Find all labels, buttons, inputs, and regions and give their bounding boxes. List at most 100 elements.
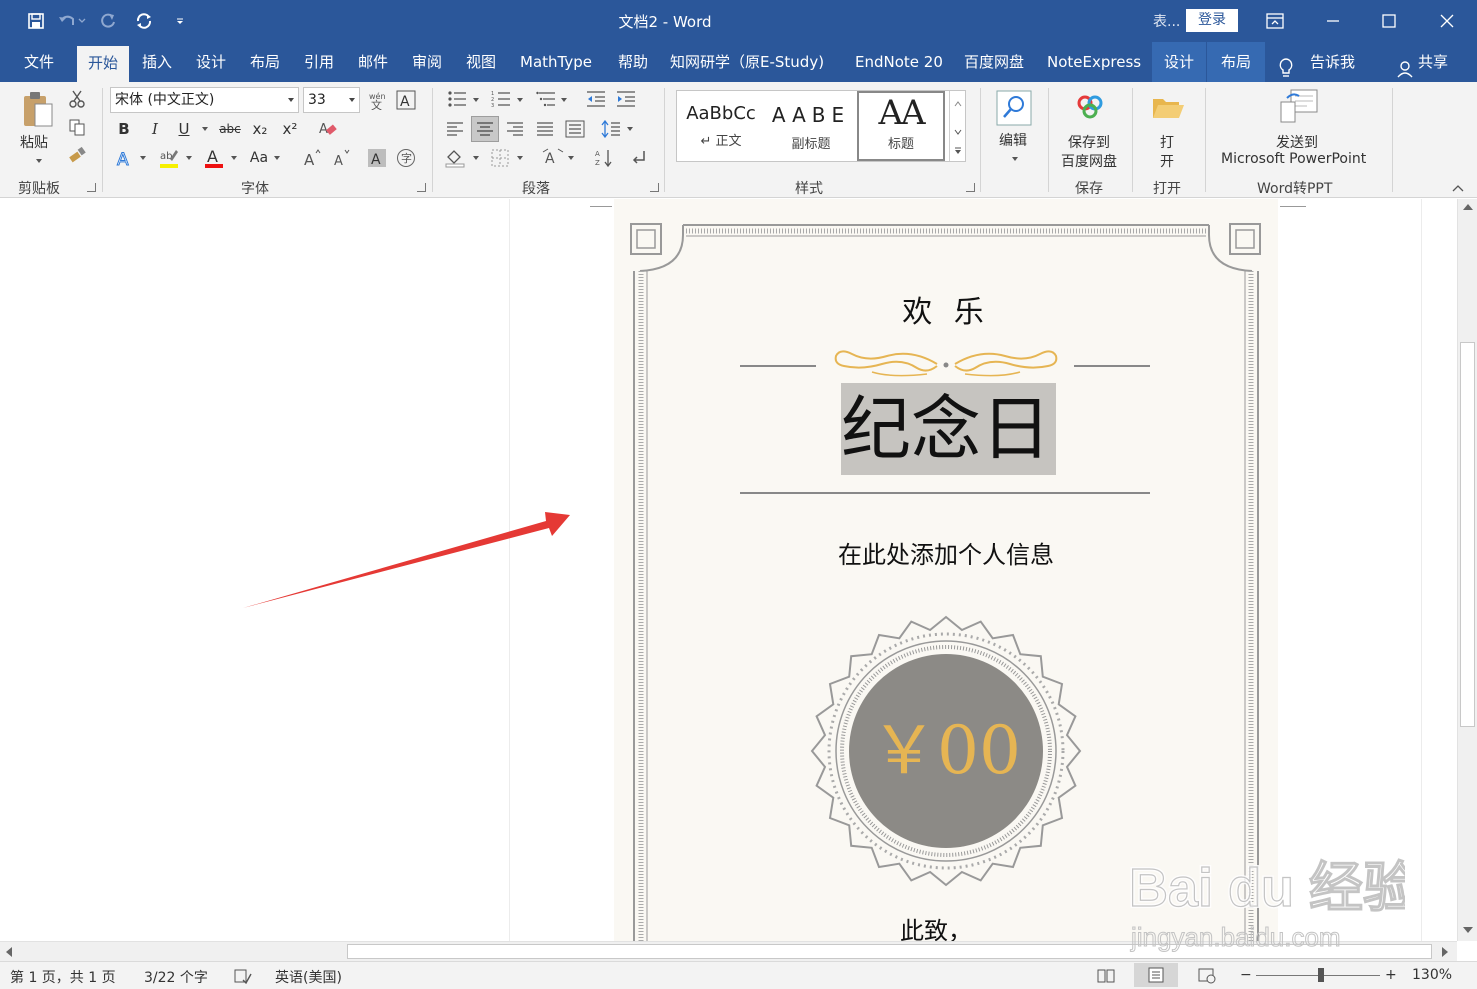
paste-label[interactable]: 粘贴 bbox=[20, 132, 48, 152]
tab-references[interactable]: 引用 bbox=[304, 42, 334, 82]
phonetic-guide-icon[interactable]: wén 文 bbox=[366, 88, 388, 112]
distributed-icon[interactable] bbox=[562, 117, 588, 141]
copy-icon[interactable] bbox=[66, 116, 88, 138]
decrease-indent-icon[interactable] bbox=[584, 88, 608, 110]
shrink-font-icon[interactable]: A bbox=[329, 146, 353, 170]
zoom-level[interactable]: 130% bbox=[1412, 967, 1452, 983]
tab-layout[interactable]: 布局 bbox=[250, 42, 280, 82]
scroll-up-icon[interactable] bbox=[1463, 204, 1473, 210]
change-case-button[interactable]: Aa bbox=[246, 146, 272, 170]
bold-button[interactable]: B bbox=[111, 117, 137, 141]
font-color-icon[interactable]: A bbox=[201, 146, 227, 170]
numbering-dropdown-icon[interactable] bbox=[517, 98, 523, 102]
tab-home[interactable]: 开始 bbox=[77, 46, 129, 82]
tab-help[interactable]: 帮助 bbox=[618, 42, 648, 82]
paste-dropdown-icon[interactable] bbox=[36, 159, 42, 163]
align-left-icon[interactable] bbox=[442, 117, 468, 141]
web-layout-icon[interactable] bbox=[1198, 968, 1216, 988]
minimize-icon[interactable] bbox=[1310, 4, 1356, 38]
tab-mailings[interactable]: 邮件 bbox=[358, 42, 388, 82]
proofing-icon[interactable] bbox=[234, 968, 252, 988]
align-right-icon[interactable] bbox=[502, 117, 528, 141]
tell-me-search[interactable]: 告诉我 bbox=[1310, 42, 1355, 82]
tab-endnote[interactable]: EndNote 20 bbox=[855, 42, 943, 82]
maximize-icon[interactable] bbox=[1366, 4, 1412, 38]
scroll-right-icon[interactable] bbox=[1442, 947, 1448, 957]
numbering-icon[interactable]: 123 bbox=[488, 88, 514, 110]
document-page[interactable]: 欢 乐 纪念日 在此处添加个人信息 ￥00 此致， bbox=[614, 199, 1278, 941]
subscript-button[interactable]: x₂ bbox=[247, 117, 273, 141]
font-name-combo[interactable]: 宋体 (中文正文) bbox=[110, 87, 299, 113]
zoom-slider-thumb[interactable] bbox=[1318, 968, 1324, 982]
tab-design[interactable]: 设计 bbox=[196, 42, 226, 82]
save-baidu-label-1[interactable]: 保存到 bbox=[1068, 132, 1110, 152]
open-folder-icon[interactable] bbox=[1150, 92, 1186, 122]
zoom-in-button[interactable]: + bbox=[1385, 967, 1397, 983]
styles-launcher-icon[interactable] bbox=[966, 183, 975, 192]
character-border-icon[interactable]: A bbox=[395, 88, 417, 112]
doc-title[interactable]: 纪念日 bbox=[614, 387, 1278, 471]
shading-dropdown-icon[interactable] bbox=[473, 156, 479, 160]
document-canvas[interactable]: 欢 乐 纪念日 在此处添加个人信息 ￥00 此致， bbox=[0, 199, 1457, 941]
baidu-pan-icon[interactable] bbox=[1072, 92, 1108, 122]
ribbon-display-options-icon[interactable] bbox=[1252, 4, 1298, 38]
clear-formatting-icon[interactable]: A bbox=[314, 118, 340, 140]
language[interactable]: 英语(美国) bbox=[275, 967, 342, 987]
strikethrough-button[interactable]: abc bbox=[217, 117, 243, 141]
clipboard-launcher-icon[interactable] bbox=[87, 183, 96, 192]
read-mode-icon[interactable] bbox=[1097, 968, 1115, 988]
grow-font-icon[interactable]: A bbox=[300, 146, 324, 170]
multilevel-list-icon[interactable] bbox=[533, 88, 559, 110]
closing-text[interactable]: 此致， bbox=[614, 911, 1278, 941]
send-ppt-label-1[interactable]: 发送到 bbox=[1276, 132, 1318, 152]
borders-icon[interactable] bbox=[487, 146, 513, 170]
tab-cnki[interactable]: 知网研学（原E-Study) bbox=[670, 42, 824, 82]
character-shading-icon[interactable]: A bbox=[365, 146, 389, 170]
borders-dropdown-icon[interactable] bbox=[517, 156, 523, 160]
multilevel-dropdown-icon[interactable] bbox=[561, 98, 567, 102]
tab-view[interactable]: 视图 bbox=[466, 42, 496, 82]
editing-label[interactable]: 编辑 bbox=[999, 130, 1027, 150]
tab-insert[interactable]: 插入 bbox=[142, 42, 172, 82]
tab-table-design[interactable]: 设计 bbox=[1152, 42, 1206, 82]
justify-icon[interactable] bbox=[532, 117, 558, 141]
send-to-powerpoint-icon[interactable] bbox=[1278, 88, 1320, 124]
font-color-dropdown-icon[interactable] bbox=[231, 156, 237, 160]
underline-dropdown-icon[interactable] bbox=[202, 127, 208, 131]
horizontal-scroll-thumb[interactable] bbox=[347, 944, 1432, 959]
tab-noteexpress[interactable]: NoteExpress bbox=[1047, 42, 1141, 82]
send-ppt-label-2[interactable]: Microsoft PowerPoint bbox=[1221, 151, 1366, 167]
asian-layout-icon[interactable]: A bbox=[540, 146, 566, 170]
superscript-button[interactable]: x² bbox=[277, 117, 303, 141]
cut-icon[interactable] bbox=[66, 88, 88, 110]
styles-scroll-icon[interactable] bbox=[949, 91, 965, 161]
editing-dropdown-icon[interactable] bbox=[1012, 157, 1018, 161]
font-launcher-icon[interactable] bbox=[417, 183, 426, 192]
style-subtitle[interactable]: AABE 副标题 bbox=[767, 91, 855, 161]
doc-heading[interactable]: 欢 乐 bbox=[614, 287, 1278, 331]
line-spacing-dropdown-icon[interactable] bbox=[627, 127, 633, 131]
scroll-down-icon[interactable] bbox=[1463, 927, 1473, 933]
vertical-scrollbar[interactable] bbox=[1457, 199, 1477, 941]
open-label-2[interactable]: 开 bbox=[1160, 151, 1174, 171]
paste-icon[interactable] bbox=[18, 88, 58, 132]
collapse-ribbon-icon[interactable] bbox=[1450, 182, 1466, 194]
word-count[interactable]: 3/22 个字 bbox=[144, 967, 208, 987]
align-center-icon[interactable] bbox=[471, 116, 499, 142]
italic-button[interactable]: I bbox=[142, 117, 168, 141]
paragraph-launcher-icon[interactable] bbox=[650, 183, 659, 192]
enclose-characters-icon[interactable]: 字 bbox=[394, 146, 418, 170]
login-button[interactable]: 登录 bbox=[1186, 9, 1238, 32]
sort-icon[interactable]: AZ bbox=[591, 146, 617, 170]
highlight-dropdown-icon[interactable] bbox=[186, 156, 192, 160]
tab-baidu-pan[interactable]: 百度网盘 bbox=[964, 42, 1024, 82]
bullets-dropdown-icon[interactable] bbox=[473, 98, 479, 102]
line-spacing-icon[interactable] bbox=[598, 117, 624, 141]
save-baidu-label-2[interactable]: 百度网盘 bbox=[1061, 151, 1117, 171]
font-size-combo[interactable]: 33 bbox=[303, 87, 360, 113]
asian-layout-dropdown-icon[interactable] bbox=[568, 156, 574, 160]
print-layout-icon[interactable] bbox=[1134, 963, 1178, 987]
show-marks-icon[interactable] bbox=[626, 146, 652, 170]
tab-table-layout[interactable]: 布局 bbox=[1207, 42, 1265, 82]
find-icon[interactable] bbox=[994, 88, 1034, 128]
